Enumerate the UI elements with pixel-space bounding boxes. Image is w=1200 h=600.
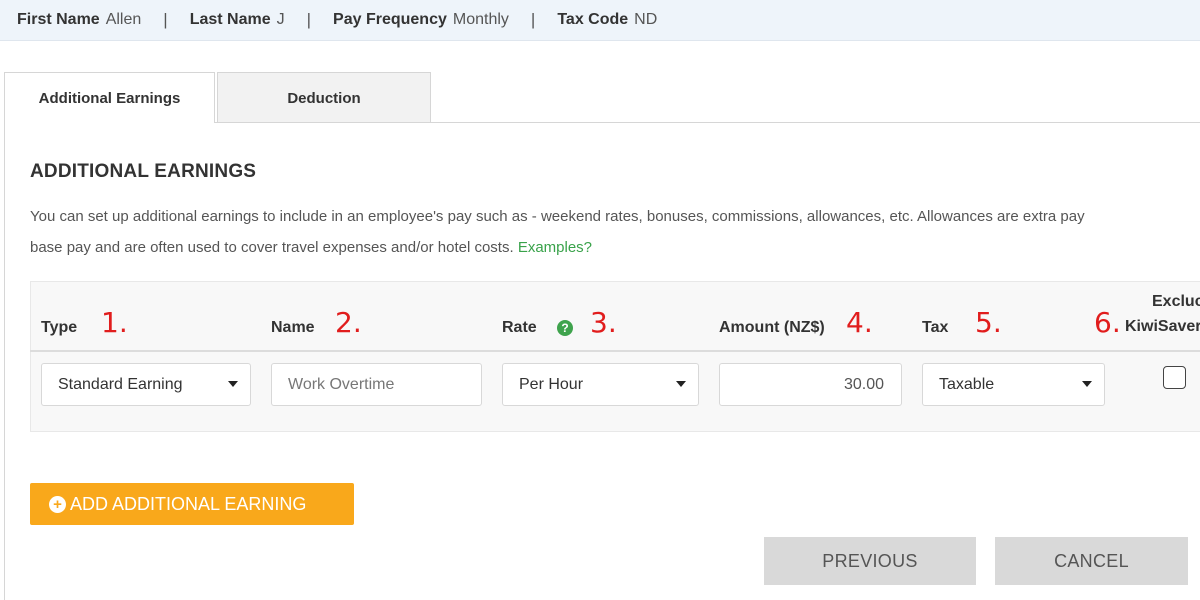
separator: | (306, 10, 312, 29)
tax-select[interactable]: Taxable (922, 363, 1105, 406)
rate-select[interactable]: Per Hour (502, 363, 699, 406)
amount-input-value: 30.00 (843, 375, 884, 393)
annotation-number-2: 2. (335, 306, 362, 339)
chevron-down-icon (1082, 381, 1092, 387)
amount-input[interactable]: 30.00 (719, 363, 902, 406)
column-header-exclude: Excluc (1152, 293, 1200, 310)
tab-deduction[interactable]: Deduction (217, 72, 431, 123)
annotation-number-6: 6. (1094, 306, 1121, 339)
annotation-number-3: 3. (590, 306, 617, 339)
previous-button[interactable]: PREVIOUS (764, 537, 976, 585)
first-name-value: Allen (105, 11, 142, 28)
column-header-type: Type (41, 319, 78, 336)
chevron-down-icon (676, 381, 686, 387)
type-select[interactable]: Standard Earning (41, 363, 251, 406)
add-additional-earning-button[interactable]: + ADD ADDITIONAL EARNING (30, 483, 354, 525)
grid-header-divider (30, 350, 1200, 352)
cancel-button[interactable]: CANCEL (995, 537, 1188, 585)
type-select-value: Standard Earning (58, 375, 183, 393)
column-header-name: Name (271, 319, 315, 336)
exclude-kiwisaver-checkbox[interactable] (1163, 366, 1186, 389)
column-header-rate: Rate (502, 319, 537, 336)
separator: | (530, 10, 536, 29)
column-header-kiwisaver: KiwiSaver (1125, 318, 1200, 335)
plus-circle-icon: + (49, 495, 66, 513)
tab-additional-earnings[interactable]: Additional Earnings (4, 72, 215, 123)
name-input-value: Work Overtime (288, 375, 395, 393)
first-name-label: First Name (17, 11, 100, 28)
help-icon[interactable]: ? (557, 320, 573, 336)
description-line-2: base pay and are often used to cover tra… (30, 232, 1200, 263)
section-title: ADDITIONAL EARNINGS (30, 161, 257, 182)
tax-code-value: ND (634, 11, 658, 28)
annotation-number-4: 4. (846, 306, 873, 339)
earnings-grid (30, 281, 1200, 432)
column-header-amount: Amount (NZ$) (719, 319, 825, 336)
employee-summary-bar: First Name Allen | Last Name J | Pay Fre… (0, 0, 1200, 41)
tab-bar: Additional Earnings Deduction (4, 72, 431, 123)
tax-select-value: Taxable (939, 375, 995, 393)
column-header-tax: Tax (922, 319, 949, 336)
separator: | (163, 10, 168, 29)
add-additional-earning-label: ADD ADDITIONAL EARNING (70, 493, 307, 514)
annotation-number-1: 1. (101, 306, 128, 339)
last-name-value: J (276, 11, 285, 28)
rate-select-value: Per Hour (519, 375, 584, 393)
name-input[interactable]: Work Overtime (271, 363, 482, 406)
chevron-down-icon (228, 381, 238, 387)
description-line-1: You can set up additional earnings to in… (30, 208, 1085, 225)
examples-link[interactable]: Examples? (518, 239, 592, 256)
last-name-label: Last Name (189, 11, 271, 28)
section-description: You can set up additional earnings to in… (30, 201, 1200, 263)
description-line-2-text: base pay and are often used to cover tra… (30, 239, 514, 256)
annotation-number-5: 5. (975, 306, 1002, 339)
pay-frequency-value: Monthly (452, 11, 509, 28)
tax-code-label: Tax Code (557, 11, 629, 28)
tab-panel-border-left (4, 122, 5, 600)
pay-frequency-label: Pay Frequency (333, 11, 447, 28)
